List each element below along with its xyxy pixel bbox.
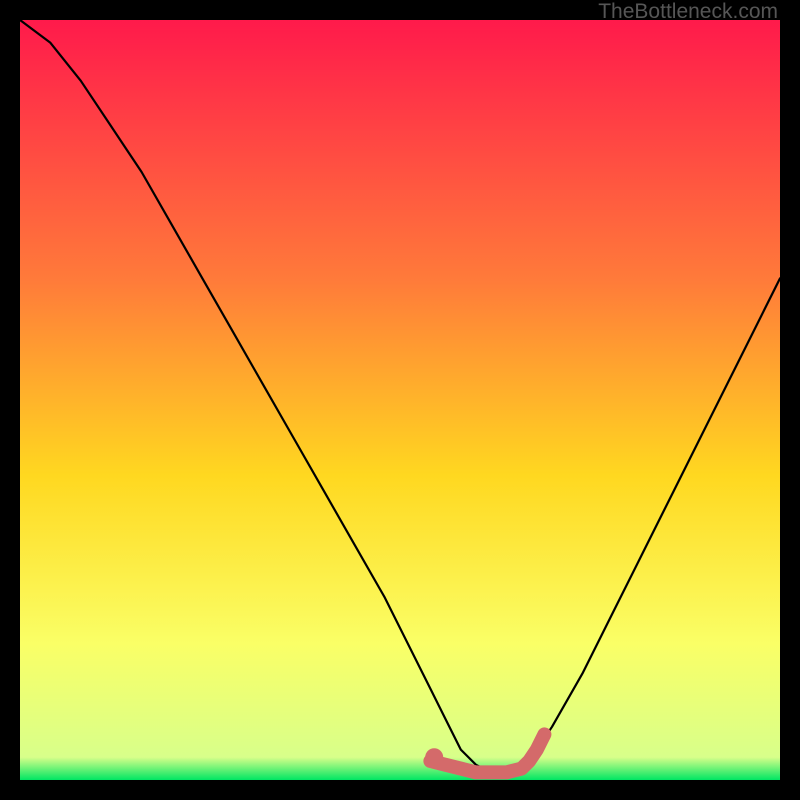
highlight-dot xyxy=(425,748,443,766)
gradient-background xyxy=(20,20,780,780)
chart-frame xyxy=(20,20,780,780)
bottleneck-chart xyxy=(20,20,780,780)
watermark-text: TheBottleneck.com xyxy=(598,0,778,24)
